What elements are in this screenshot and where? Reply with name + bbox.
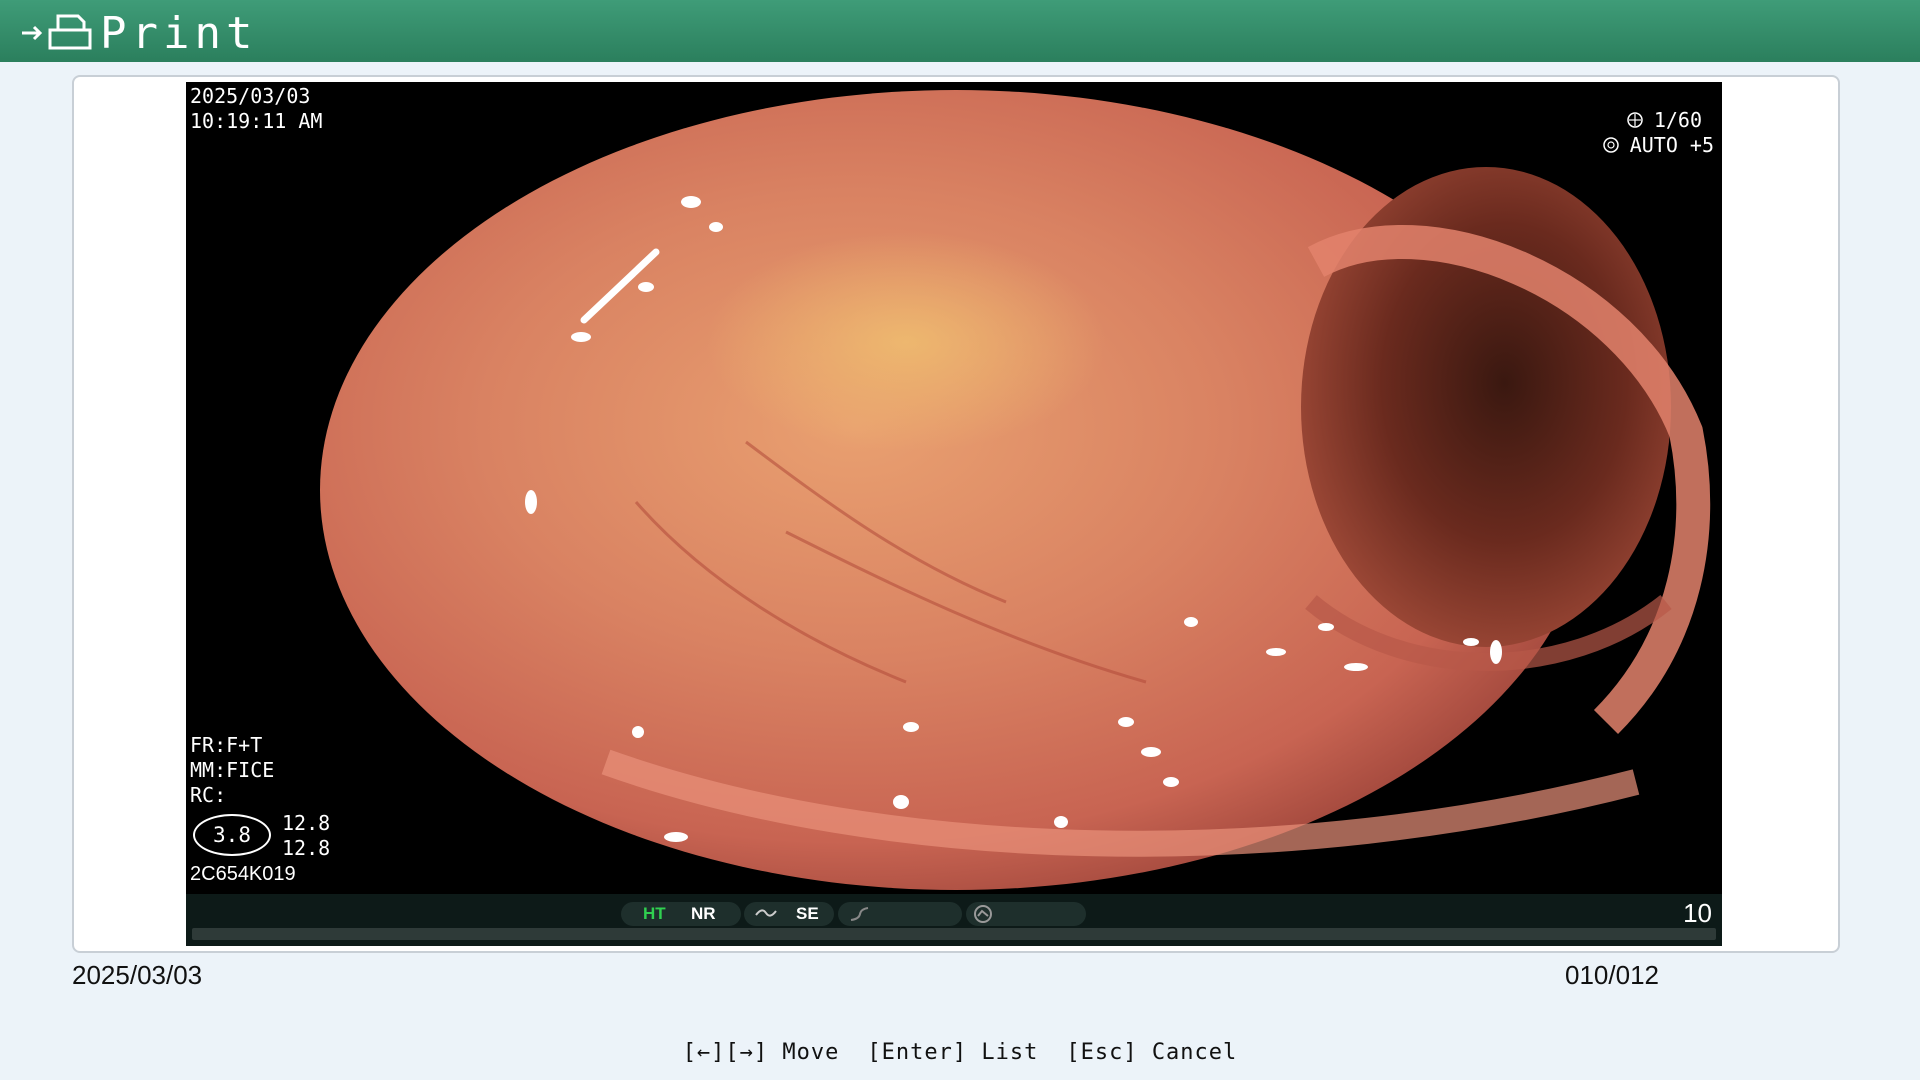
list-hint[interactable]: [Enter] List (867, 1040, 1038, 1065)
endoscope-image: 2025/03/03 10:19:11 AM 1/60 AUTO +5 FR:F… (186, 82, 1722, 946)
footer-image-index: 010/012 (1565, 960, 1659, 990)
window-title: Print (100, 8, 258, 59)
frame-number: 10 (1683, 898, 1712, 928)
ht-nr-indicator: HT NR (621, 902, 741, 926)
se-label: SE (796, 904, 819, 923)
key-hint-bar: [←][→] Move [Enter] List [Esc] Cancel (0, 1040, 1920, 1065)
iris-icon (1602, 137, 1619, 153)
osd-zoom-value: 3.8 (193, 814, 271, 856)
osd-rc: RC: (190, 783, 227, 807)
colon-image (320, 90, 1711, 890)
osd-date: 2025/03/03 (190, 84, 311, 108)
osd-fr: FR:F+T (190, 733, 263, 757)
move-hint[interactable]: [←][→] Move (683, 1040, 840, 1065)
osd-time: 10:19:11 AM (190, 109, 323, 133)
nr-label: NR (691, 904, 716, 923)
curve-icon (850, 907, 869, 921)
title-bar: Print (0, 0, 1920, 62)
se-icon (755, 909, 777, 917)
se-indicator: SE (744, 902, 834, 926)
enhance-indicator (838, 902, 962, 926)
osd-auto-exposure: AUTO +5 (1602, 133, 1714, 158)
status-bar-strip (192, 928, 1716, 940)
cancel-hint[interactable]: [Esc] Cancel (1066, 1040, 1237, 1065)
record-icon (974, 905, 992, 923)
image-status-bar: HT NR SE 10 (186, 894, 1722, 946)
osd-mm: MM:FICE (190, 758, 275, 782)
osd-value-2: 12.8 (282, 836, 331, 860)
recording-indicator (966, 902, 1086, 926)
shutter-value: 1/60 (1653, 108, 1702, 132)
osd-scope-serial: 2C654K019 (190, 863, 296, 885)
ht-label: HT (643, 904, 666, 923)
print-icon (22, 14, 92, 50)
shutter-icon (1627, 112, 1643, 128)
footer-date: 2025/03/03 (72, 960, 203, 990)
osd-value-1: 12.8 (282, 811, 331, 835)
osd-shutter: 1/60 (1626, 108, 1702, 133)
auto-exposure-value: AUTO +5 (1629, 133, 1714, 157)
